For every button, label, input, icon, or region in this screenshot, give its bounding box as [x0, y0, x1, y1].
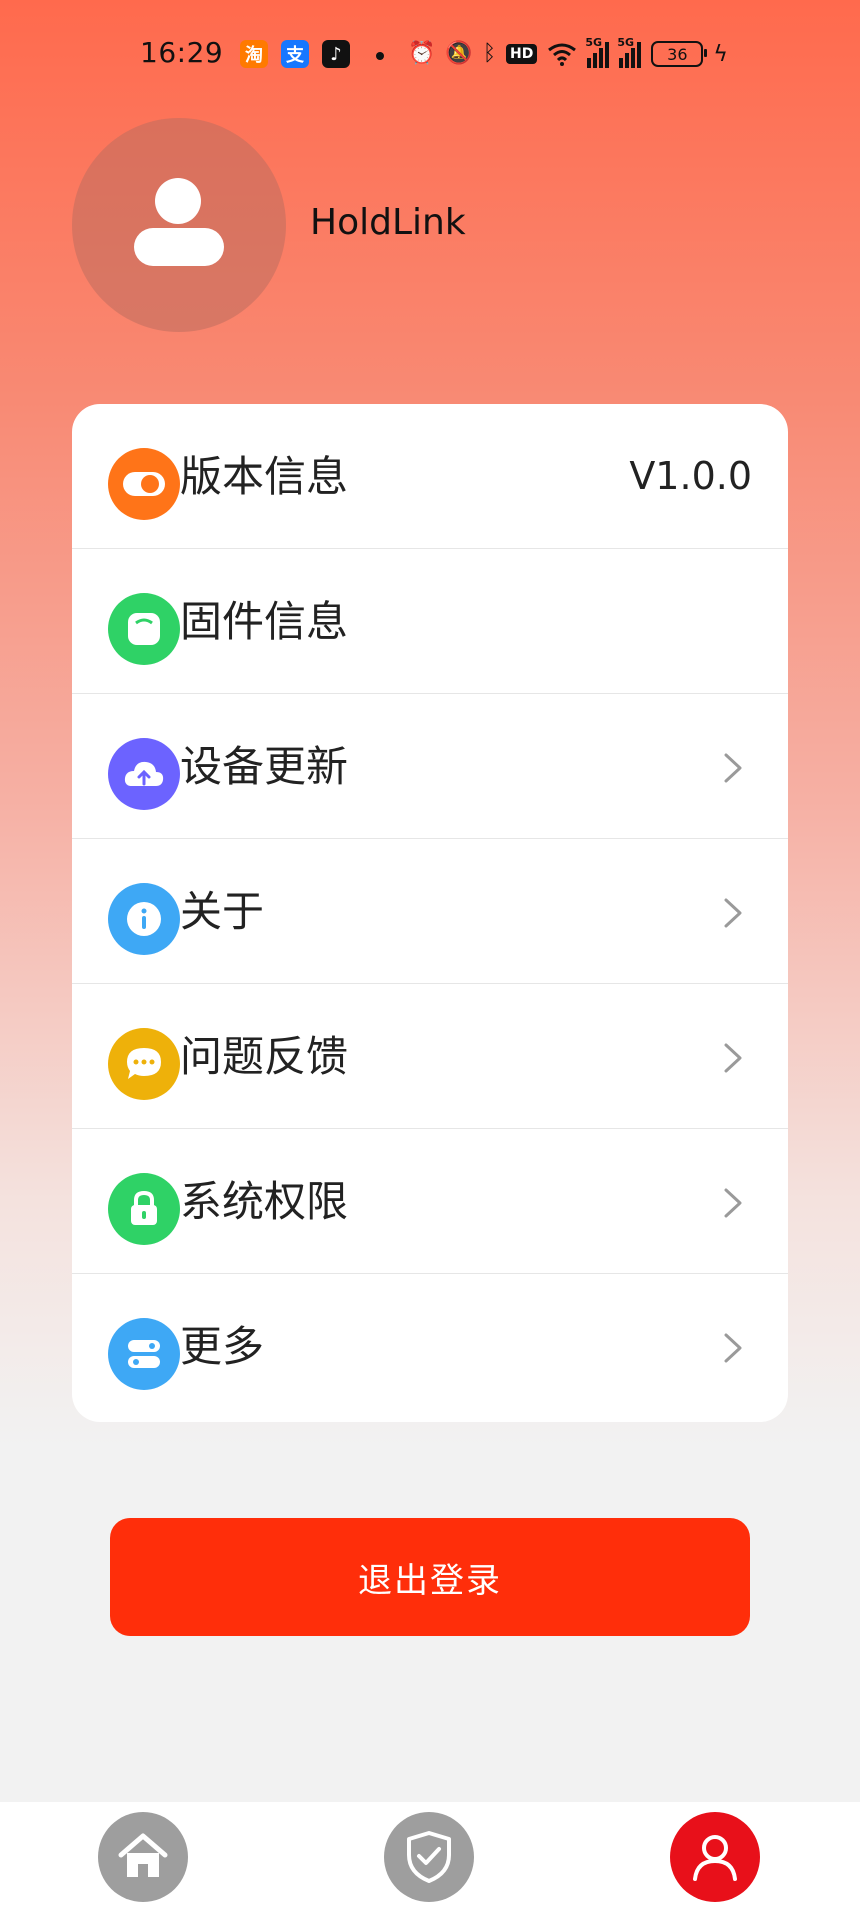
avatar[interactable]	[72, 118, 286, 332]
cloud-upload-icon	[108, 738, 180, 810]
chevron-right-icon	[724, 1188, 742, 1218]
menu-label: 更多	[180, 1322, 265, 1371]
toggle-icon	[108, 448, 180, 520]
menu-item-permissions[interactable]: 系统权限	[72, 1129, 788, 1274]
settings-toggles-icon	[108, 1318, 180, 1390]
alipay-icon: 支	[281, 40, 309, 68]
username: HoldLink	[310, 202, 466, 243]
menu-item-firmware[interactable]: 固件信息	[72, 549, 788, 694]
alarm-icon: ⏰	[408, 41, 436, 66]
status-bar: 16:29 淘 支 ♪ ⏰ 🔕 ᛒ HD 5G 5G 36 ϟ	[0, 0, 860, 110]
mute-icon: 🔕	[445, 41, 473, 66]
settings-menu: 版本信息 V1.0.0 固件信息 设备更新 关于 问题反馈 系统权限 更多	[72, 404, 788, 1422]
signal-icon-2: 5G	[617, 36, 642, 68]
version-value: V1.0.0	[629, 454, 752, 498]
battery-icon: 36	[651, 41, 708, 67]
chevron-right-icon	[724, 898, 742, 928]
avatar-head	[155, 178, 201, 224]
chevron-right-icon	[724, 1333, 742, 1363]
network-type-label: 5G	[617, 36, 635, 49]
menu-item-more[interactable]: 更多	[72, 1274, 788, 1419]
battery-level: 36	[667, 44, 688, 64]
bluetooth-icon: ᛒ	[482, 41, 497, 66]
network-type-label: 5G	[585, 36, 603, 49]
home-icon	[118, 1833, 168, 1877]
status-time: 16:29	[140, 36, 224, 69]
bottom-nav	[0, 1802, 860, 1920]
menu-label: 设备更新	[180, 742, 349, 791]
wifi-icon	[548, 43, 577, 66]
info-icon	[108, 883, 180, 955]
status-icons: ⏰ 🔕 ᛒ HD 5G 5G 36 ϟ	[408, 36, 728, 72]
chip-icon	[108, 593, 180, 665]
lock-icon	[108, 1173, 180, 1245]
menu-label: 固件信息	[180, 597, 349, 646]
profile-icon	[693, 1835, 737, 1881]
menu-item-about[interactable]: 关于	[72, 839, 788, 984]
logout-button[interactable]: 退出登录	[110, 1518, 750, 1636]
shield-check-icon	[407, 1831, 451, 1883]
hd-icon: HD	[506, 44, 538, 64]
menu-label: 版本信息	[180, 452, 349, 501]
menu-item-version[interactable]: 版本信息 V1.0.0	[72, 404, 788, 549]
menu-label: 关于	[180, 887, 265, 936]
chevron-right-icon	[724, 1043, 742, 1073]
taobao-icon: 淘	[240, 40, 268, 68]
charging-icon: ϟ	[713, 41, 728, 67]
menu-item-feedback[interactable]: 问题反馈	[72, 984, 788, 1129]
chevron-right-icon	[724, 753, 742, 783]
tiktok-icon: ♪	[322, 40, 350, 68]
nav-profile-button[interactable]	[670, 1812, 760, 1902]
notification-dot-icon	[376, 52, 384, 60]
nav-home-button[interactable]	[98, 1812, 188, 1902]
signal-icon-1: 5G	[585, 36, 610, 68]
menu-item-device-update[interactable]: 设备更新	[72, 694, 788, 839]
avatar-body	[134, 228, 224, 266]
chat-bubble-icon	[108, 1028, 180, 1100]
menu-label: 问题反馈	[180, 1032, 349, 1081]
nav-shield-button[interactable]	[384, 1812, 474, 1902]
menu-label: 系统权限	[180, 1177, 349, 1226]
